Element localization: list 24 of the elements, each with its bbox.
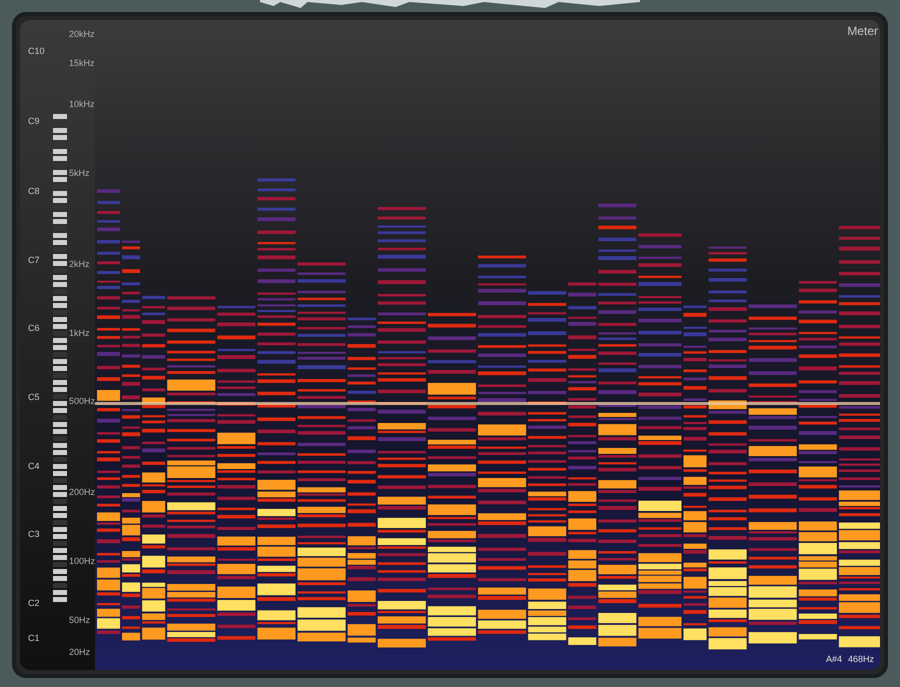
frequency-label: 20kHz [69,30,95,39]
note-label: C1 [28,634,40,643]
panel-title: Meter [847,23,878,40]
note-readout: A#4 [826,652,842,666]
frequency-label: 50Hz [69,616,90,625]
frequency-readout: 468Hz [848,652,874,666]
frequency-label: 100Hz [69,557,96,566]
frequency-label: 2kHz [69,260,90,269]
frequency-label: 10kHz [69,100,95,109]
frequency-label: 15kHz [69,59,95,68]
note-label: C6 [28,324,40,333]
note-label: C10 [28,47,45,56]
note-label: C7 [28,256,40,265]
note-label: C9 [28,117,40,126]
frequency-label: 5kHz [69,169,90,178]
note-label: C5 [28,393,40,402]
note-label: C2 [28,599,40,608]
frequency-label: 200Hz [69,488,96,497]
frequency-label: 20Hz [69,648,90,657]
note-label: C4 [28,462,40,471]
note-label: C3 [28,530,40,539]
frequency-label: 1kHz [69,329,90,338]
note-label: C8 [28,187,40,196]
frequency-label: 500Hz [69,397,96,406]
